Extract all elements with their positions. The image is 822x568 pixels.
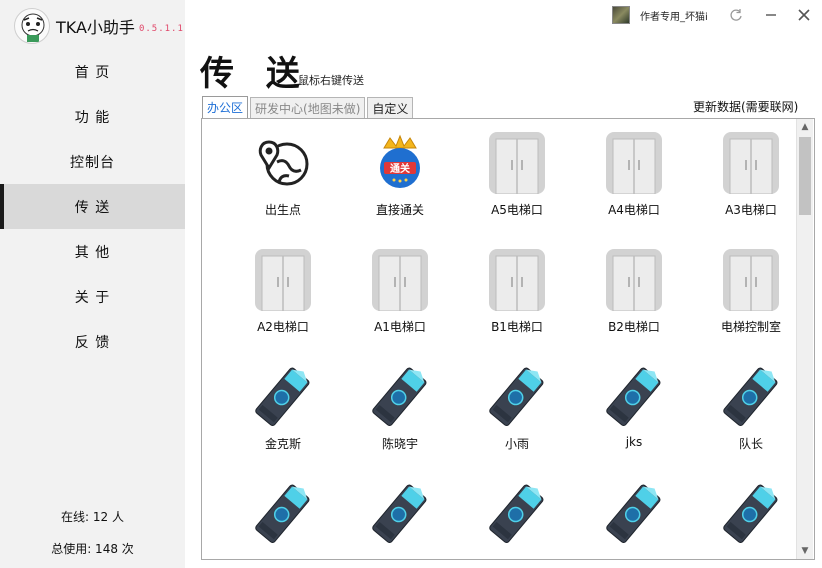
teleport-item[interactable]: [696, 472, 806, 559]
sidebar-item-2[interactable]: 控制台: [0, 139, 185, 184]
sidebar-item-4[interactable]: 其 他: [0, 229, 185, 274]
elevator-icon: [714, 125, 788, 199]
teleport-item-label: 小雨: [504, 437, 529, 451]
app-version: 0.5.1.1: [138, 24, 184, 34]
online-count: 在线: 12 人: [61, 509, 124, 524]
update-data-link[interactable]: 更新数据(需要联网): [693, 98, 798, 115]
elevator-icon: [714, 242, 788, 316]
scroll-thumb[interactable]: [799, 137, 811, 215]
keycard-icon: [363, 476, 437, 550]
keycard-icon: [246, 476, 320, 550]
teleport-item[interactable]: 陈晓宇: [345, 355, 455, 465]
tab-1[interactable]: 研发中心(地图未做): [250, 97, 366, 118]
page-title: 传 送: [200, 54, 310, 94]
teleport-item-label: A4电梯口: [608, 203, 660, 217]
map-pin-icon: [246, 125, 320, 199]
keycard-icon: [597, 359, 671, 433]
teleport-item[interactable]: 出生点: [228, 121, 338, 231]
teleport-item[interactable]: 小雨: [462, 355, 572, 465]
teleport-item[interactable]: [345, 472, 455, 559]
brand: TKA小助手 0.5.1.1: [14, 6, 184, 46]
refresh-icon[interactable]: [725, 4, 747, 26]
app-name: TKA小助手: [56, 18, 135, 37]
teleport-item-label: A2电梯口: [257, 320, 309, 334]
teleport-item[interactable]: B1电梯口: [462, 238, 572, 348]
keycard-icon: [714, 476, 788, 550]
elevator-icon: [597, 125, 671, 199]
sidebar-item-label: 控制台: [70, 154, 115, 171]
teleport-panel: 出生点 通关直接通关 A5电梯口 A4电梯口 A3电梯口 A2电梯口 A1电梯口 B1电梯口 B…: [201, 118, 815, 560]
elevator-icon: [363, 242, 437, 316]
tab-bar: 办公区 研发中心(地图未做) 自定义: [202, 96, 415, 118]
svg-text:通关: 通关: [390, 162, 410, 175]
sidebar-item-1[interactable]: 功 能: [0, 94, 185, 139]
close-button[interactable]: [793, 4, 815, 26]
keycard-icon: [714, 359, 788, 433]
teleport-item[interactable]: A4电梯口: [579, 121, 689, 231]
teleport-item-label: 金克斯: [264, 437, 301, 451]
teleport-item[interactable]: A3电梯口: [696, 121, 806, 231]
keycard-icon: [597, 476, 671, 550]
tab-2[interactable]: 自定义: [367, 97, 414, 118]
teleport-item-label: 陈晓宇: [381, 437, 418, 451]
teleport-item[interactable]: jks: [579, 355, 689, 465]
sidebar: TKA小助手 0.5.1.1 首 页功 能控制台传 送其 他关 于反 馈 在线:…: [0, 0, 185, 568]
usage-stats: 在线: 12 人 总使用: 148 次: [0, 500, 185, 564]
sidebar-item-label: 关 于: [74, 289, 111, 306]
scroll-up-icon[interactable]: ▲: [797, 119, 813, 135]
sidebar-item-label: 首 页: [74, 64, 111, 81]
elevator-icon: [480, 125, 554, 199]
sidebar-nav: 首 页功 能控制台传 送其 他关 于反 馈: [0, 49, 185, 364]
teleport-item-label: A1电梯口: [374, 320, 426, 334]
user-area[interactable]: 作者专用_坏猫i: [612, 6, 708, 24]
user-name: 作者专用_坏猫i: [640, 11, 708, 23]
teleport-item-label: A5电梯口: [491, 203, 543, 217]
keycard-icon: [480, 476, 554, 550]
vertical-scrollbar[interactable]: ▲ ▼: [796, 119, 813, 559]
sidebar-item-0[interactable]: 首 页: [0, 49, 185, 94]
teleport-item[interactable]: B2电梯口: [579, 238, 689, 348]
sidebar-item-3[interactable]: 传 送: [0, 184, 185, 229]
teleport-item[interactable]: 队长: [696, 355, 806, 465]
page-subtitle: 鼠标右键传送: [298, 74, 364, 87]
total-usage: 总使用: 148 次: [51, 541, 134, 556]
sidebar-item-label: 反 馈: [74, 334, 111, 351]
teleport-item-label: 电梯控制室: [720, 320, 781, 334]
teleport-item-label: 直接通关: [375, 203, 424, 217]
teleport-item-label: jks: [625, 435, 643, 449]
teleport-item[interactable]: A2电梯口: [228, 238, 338, 348]
teleport-item-label: B1电梯口: [491, 320, 543, 334]
teleport-item[interactable]: A5电梯口: [462, 121, 572, 231]
sidebar-item-label: 传 送: [74, 199, 111, 216]
tab-0[interactable]: 办公区: [202, 96, 249, 118]
sidebar-item-6[interactable]: 反 馈: [0, 319, 185, 364]
scroll-down-icon[interactable]: ▼: [797, 543, 813, 559]
teleport-item-label: 队长: [738, 437, 763, 451]
elevator-icon: [597, 242, 671, 316]
teleport-item[interactable]: [228, 472, 338, 559]
sidebar-item-label: 其 他: [74, 244, 111, 261]
teleport-item-label: A3电梯口: [725, 203, 777, 217]
teleport-item-label: B2电梯口: [608, 320, 660, 334]
minimize-button[interactable]: [760, 4, 782, 26]
app-logo: [14, 8, 50, 44]
user-avatar[interactable]: [612, 6, 630, 24]
keycard-icon: [363, 359, 437, 433]
teleport-item[interactable]: 电梯控制室: [696, 238, 806, 348]
teleport-item[interactable]: A1电梯口: [345, 238, 455, 348]
crown-badge-icon: 通关: [363, 125, 437, 199]
sidebar-item-label: 功 能: [74, 109, 111, 126]
teleport-item-label: 出生点: [264, 203, 301, 217]
teleport-item[interactable]: 金克斯: [228, 355, 338, 465]
teleport-item[interactable]: 通关 直接通关: [345, 121, 455, 231]
sidebar-item-5[interactable]: 关 于: [0, 274, 185, 319]
keycard-icon: [480, 359, 554, 433]
elevator-icon: [246, 242, 320, 316]
teleport-item[interactable]: [579, 472, 689, 559]
elevator-icon: [480, 242, 554, 316]
teleport-item[interactable]: [462, 472, 572, 559]
keycard-icon: [246, 359, 320, 433]
